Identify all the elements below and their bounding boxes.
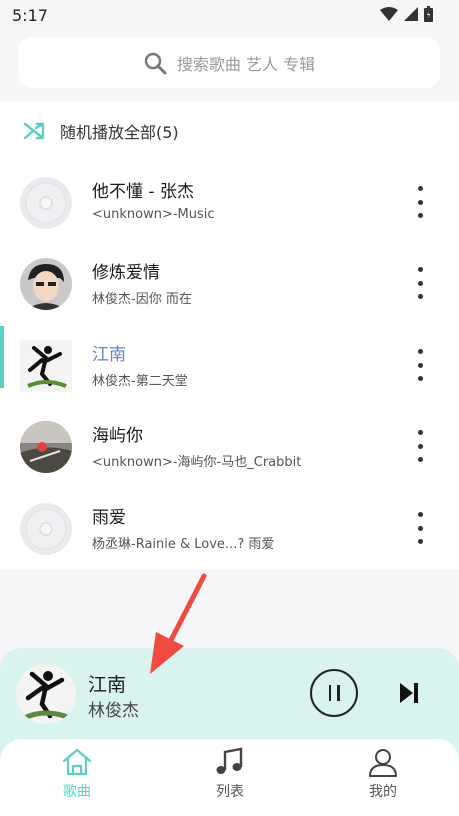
more-options-icon[interactable] <box>414 512 426 544</box>
shuffle-all-button[interactable]: 随机播放全部(5) <box>24 119 179 143</box>
song-cover <box>20 340 72 392</box>
user-icon <box>369 749 397 777</box>
disc-placeholder-icon <box>20 177 72 229</box>
song-list: 随机播放全部(5) 他不懂 - 张杰 <unknown>-Music 修炼爱情 … <box>0 101 459 569</box>
song-title: 海屿你 <box>92 426 143 446</box>
song-title: 他不懂 - 张杰 <box>92 182 194 202</box>
tab-label: 列表 <box>216 784 244 800</box>
disc-placeholder-icon <box>20 503 72 555</box>
bottom-navigation: 歌曲 列表 我的 <box>0 739 459 816</box>
song-item[interactable]: 修炼爱情 林俊杰-因你 而在 <box>0 244 459 324</box>
song-item[interactable]: 他不懂 - 张杰 <unknown>-Music <box>0 163 459 243</box>
song-cover <box>20 258 72 310</box>
album-art-image <box>16 664 76 724</box>
tab-label: 歌曲 <box>63 784 91 800</box>
tab-songs[interactable]: 歌曲 <box>37 747 117 801</box>
song-item[interactable]: 雨爱 杨丞琳-Rainie & Love...? 雨爱 <box>0 489 459 569</box>
song-cover <box>20 503 72 555</box>
skip-next-icon <box>400 683 418 703</box>
more-options-icon[interactable] <box>414 430 426 462</box>
cartoon-portrait-image <box>20 258 72 310</box>
song-subtitle: <unknown>-Music <box>92 207 215 222</box>
song-subtitle: 林俊杰-第二天堂 <box>92 374 188 389</box>
tab-label: 我的 <box>369 784 397 800</box>
status-icons <box>380 6 433 22</box>
song-subtitle: 林俊杰-因你 而在 <box>92 292 192 307</box>
song-item[interactable]: 海屿你 <unknown>-海屿你-马也_Crabbit <box>0 407 459 487</box>
shuffle-label: 随机播放全部(5) <box>60 123 179 142</box>
pause-button[interactable] <box>310 669 358 717</box>
next-button[interactable] <box>399 682 419 708</box>
music-note-icon <box>216 747 243 774</box>
song-cover <box>20 177 72 229</box>
more-options-icon[interactable] <box>414 267 426 299</box>
search-placeholder: 搜索歌曲 艺人 专辑 <box>176 54 316 74</box>
song-subtitle: <unknown>-海屿你-马也_Crabbit <box>92 455 302 470</box>
now-playing-indicator <box>0 326 4 388</box>
home-icon <box>62 748 92 776</box>
tab-mine[interactable]: 我的 <box>343 747 423 801</box>
tab-list[interactable]: 列表 <box>190 747 270 801</box>
more-options-icon[interactable] <box>414 349 426 381</box>
signal-icon <box>404 7 418 21</box>
album-art-image <box>20 421 72 473</box>
album-art-image <box>20 340 72 392</box>
song-cover <box>20 421 72 473</box>
search-input[interactable]: 搜索歌曲 艺人 专辑 <box>18 37 440 88</box>
more-options-icon[interactable] <box>414 186 426 218</box>
wifi-icon <box>380 7 398 21</box>
player-cover <box>16 664 76 724</box>
shuffle-icon <box>24 122 45 140</box>
song-title: 江南 <box>92 345 126 365</box>
song-item-playing[interactable]: 江南 林俊杰-第二天堂 <box>0 326 459 406</box>
song-subtitle: 杨丞琳-Rainie & Love...? 雨爱 <box>92 537 275 552</box>
battery-icon <box>424 6 433 22</box>
player-title: 江南 <box>88 674 127 696</box>
song-title: 雨爱 <box>92 508 126 528</box>
status-time: 5:17 <box>12 6 48 25</box>
song-title: 修炼爱情 <box>92 263 160 283</box>
status-bar: 5:17 <box>0 0 459 30</box>
player-artist: 林俊杰 <box>88 701 139 721</box>
search-icon <box>144 52 167 74</box>
